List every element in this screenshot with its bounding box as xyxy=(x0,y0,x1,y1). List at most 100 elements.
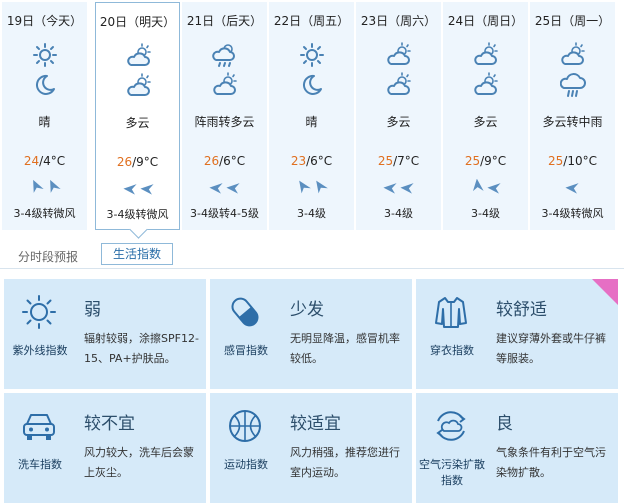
air-cycle-icon xyxy=(436,411,466,441)
temp-low: /6°C xyxy=(219,154,246,168)
forecast-day-23[interactable]: 23日（周六） 多云 25/7°C 3-4级 xyxy=(356,2,441,230)
day-temperature: 24/4°C xyxy=(2,154,87,168)
day-wind: 3-4级 xyxy=(297,207,326,220)
index-description: 辐射较弱，涂擦SPF12-15、PA+护肤品。 xyxy=(84,332,199,365)
index-level: 较适宜 xyxy=(290,414,341,434)
index-name: 感冒指数 xyxy=(224,344,268,357)
day-date: 19日（今天） xyxy=(6,14,83,28)
day-temperature: 25/9°C xyxy=(443,154,528,168)
temp-high: 24 xyxy=(23,154,40,168)
forecast-day-19[interactable]: 19日（今天） 晴 24/4°C 3-4级转微风 xyxy=(2,2,87,230)
tab-divider xyxy=(0,268,624,269)
partly-cloudy-icon xyxy=(213,72,237,95)
day-date: 20日（明天） xyxy=(99,15,176,29)
index-description: 风力较大，洗车后会蒙上灰尘。 xyxy=(84,446,194,479)
forecast-day-21[interactable]: 21日（后天） 阵雨转多云 26/6°C 3-4级转4-5级 xyxy=(182,2,267,230)
wind-direction-icon xyxy=(209,179,242,195)
sun-icon xyxy=(33,43,57,67)
forecast-day-24[interactable]: 24日（周日） 多云 25/9°C 3-4级 xyxy=(443,2,528,230)
index-name: 穿衣指数 xyxy=(430,344,474,357)
index-level: 少发 xyxy=(290,300,324,320)
temp-high: 26 xyxy=(116,155,133,169)
temp-low: /6°C xyxy=(306,154,333,168)
index-tabs: 分时段预报 生活指数 xyxy=(0,240,624,268)
day-temperature: 26/6°C xyxy=(182,154,267,168)
day-condition: 多云转中雨 xyxy=(542,115,603,129)
forecast-panel: 19日（今天） 晴 24/4°C 3-4级转微风 20日（明天） 多云 26/9… xyxy=(0,0,624,239)
temp-high: 23 xyxy=(290,154,307,168)
ball-icon xyxy=(229,410,261,442)
index-name-line1: 空气污染扩散 xyxy=(419,458,485,471)
day-condition: 晴 xyxy=(305,115,318,129)
index-level: 良 xyxy=(496,414,513,434)
day-condition: 阵雨转多云 xyxy=(194,115,255,129)
rain-icon xyxy=(560,73,586,97)
day-wind: 3-4级转4-5级 xyxy=(190,207,259,220)
sun-icon xyxy=(300,43,324,67)
day-wind: 3-4级 xyxy=(471,207,500,220)
index-name: 运动指数 xyxy=(224,458,268,471)
pill-icon xyxy=(231,297,259,327)
index-level: 较不宜 xyxy=(84,414,135,434)
wind-direction-icon xyxy=(29,179,62,195)
temp-high: 25 xyxy=(377,154,394,168)
moon-icon xyxy=(35,74,55,95)
air-pollution-index-card: 空气污染扩散 指数 良 气象条件有利于空气污染物扩散。 xyxy=(416,393,618,503)
moon-icon xyxy=(302,74,322,95)
day-date: 21日（后天） xyxy=(186,14,263,28)
day-condition: 多云 xyxy=(386,115,411,129)
index-description: 建议穿薄外套或牛仔裤等服装。 xyxy=(496,332,606,365)
day-temperature: 25/7°C xyxy=(356,154,441,168)
day-condition: 多云 xyxy=(125,116,150,130)
partly-cloudy-icon xyxy=(387,72,411,95)
partly-cloudy-icon xyxy=(474,72,498,95)
temp-low: /9°C xyxy=(132,155,159,169)
index-name: 洗车指数 xyxy=(18,458,62,471)
day-date: 24日（周日） xyxy=(447,14,524,28)
forecast-day-25[interactable]: 25日（周一） 多云转中雨 25/10°C 3-4级转微风 xyxy=(530,2,615,230)
day-temperature: 23/6°C xyxy=(269,154,354,168)
index-name-line2: 指数 xyxy=(441,474,463,487)
day-temperature: 25/10°C xyxy=(530,154,615,168)
temp-low: /10°C xyxy=(563,154,597,168)
day-wind: 3-4级转微风 xyxy=(541,207,604,220)
day-date: 23日（周六） xyxy=(360,14,437,28)
wind-direction-icon xyxy=(123,180,156,196)
cold-index-card: 感冒指数 少发 无明显降温，感冒机率较低。 xyxy=(210,279,412,389)
wind-direction-icon xyxy=(469,179,503,195)
partly-cloudy-icon xyxy=(561,42,585,65)
partly-cloudy-icon xyxy=(127,73,151,96)
temp-low: /4°C xyxy=(39,154,66,168)
index-level: 弱 xyxy=(84,300,101,320)
index-description: 无明显降温，感冒机率较低。 xyxy=(290,332,400,365)
day-condition: 多云 xyxy=(473,115,498,129)
temp-low: /7°C xyxy=(393,154,420,168)
index-name: 紫外线指数 xyxy=(12,344,68,357)
index-description: 风力稍强，推荐您进行室内运动。 xyxy=(290,446,400,479)
index-description: 气象条件有利于空气污染物扩散。 xyxy=(496,446,606,479)
temp-high: 26 xyxy=(203,154,220,168)
temp-high: 25 xyxy=(548,154,564,168)
temp-high: 25 xyxy=(464,154,481,168)
carwash-index-card: 洗车指数 较不宜 风力较大，洗车后会蒙上灰尘。 xyxy=(4,393,206,503)
coat-icon xyxy=(435,297,467,328)
day-date: 25日（周一） xyxy=(534,14,611,28)
day-temperature: 26/9°C xyxy=(96,155,179,169)
forecast-day-22[interactable]: 22日（周五） 晴 23/6°C 3-4级 xyxy=(269,2,354,230)
temp-low: /9°C xyxy=(480,154,507,168)
day-wind: 3-4级 xyxy=(384,207,413,220)
selected-day-pointer xyxy=(129,220,148,239)
tab-hourly-forecast[interactable]: 分时段预报 xyxy=(18,248,78,265)
wind-direction-icon xyxy=(565,179,584,195)
tab-life-index[interactable]: 生活指数 xyxy=(101,243,173,265)
forecast-day-20[interactable]: 20日（明天） 多云 26/9°C 3-4级转微风 xyxy=(95,2,180,239)
shower-icon xyxy=(212,44,235,67)
day-date: 22日（周五） xyxy=(273,14,350,28)
partly-cloudy-icon xyxy=(387,42,411,65)
partly-cloudy-icon xyxy=(127,43,151,66)
index-level: 较舒适 xyxy=(496,300,547,320)
day-condition: 晴 xyxy=(38,115,51,129)
wind-direction-icon xyxy=(296,180,329,195)
day-wind: 3-4级转微风 xyxy=(13,207,76,220)
car-icon xyxy=(23,414,55,440)
